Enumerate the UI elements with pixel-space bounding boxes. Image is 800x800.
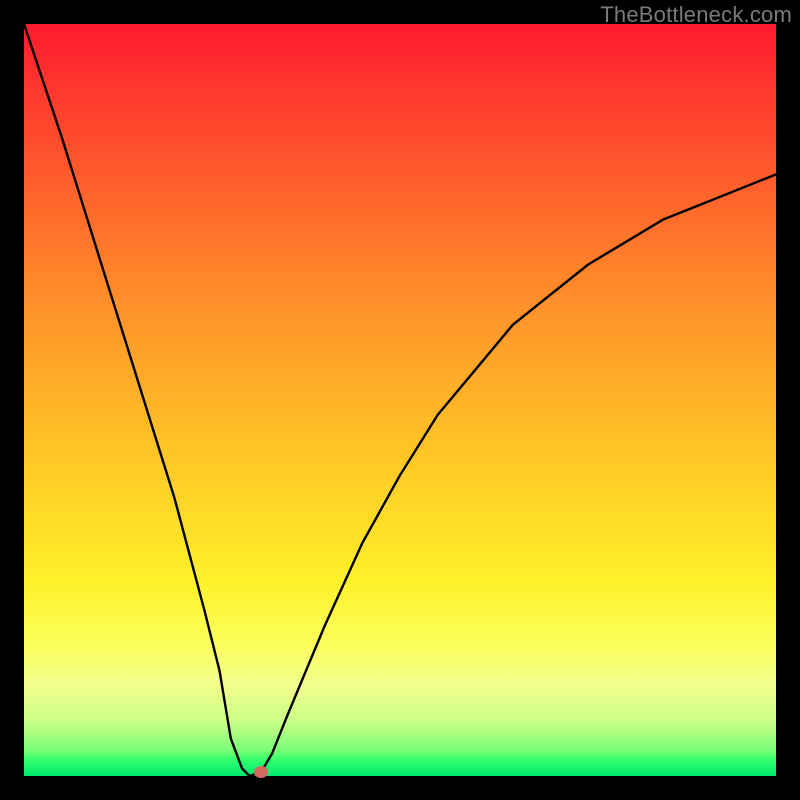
- plot-area: [24, 24, 776, 776]
- curve-svg: [24, 24, 776, 776]
- chart-frame: TheBottleneck.com: [0, 0, 800, 800]
- bottleneck-curve: [24, 24, 776, 776]
- minimum-marker: [254, 766, 268, 778]
